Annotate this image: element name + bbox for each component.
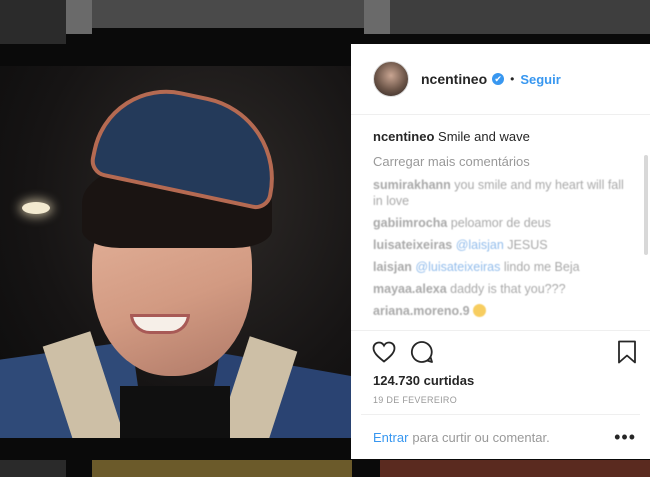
comment-mention[interactable]: @laisjan [452,238,504,252]
background-tile [0,460,66,477]
background-tile [92,0,364,28]
username-link[interactable]: ncentineo [421,71,487,87]
comment-item: ariana.moreno.9 [373,303,628,319]
verified-icon: ✔ [492,73,505,85]
photo-ceiling-light [22,202,50,214]
background-gap [364,0,390,34]
comment-username[interactable]: gabiimrocha [373,216,447,230]
post-side-panel: ncentineo ✔ • Seguir ncentineo Smile and… [351,44,650,459]
background-tile [390,0,650,34]
background-tile [0,0,66,44]
comment-item: mayaa.alexa daddy is that you??? [373,281,628,297]
post-photo[interactable] [0,66,351,438]
post-caption: ncentineo Smile and wave [373,129,628,144]
photo-shirt [120,386,230,438]
comment-username[interactable]: sumirakhann [373,178,451,192]
like-button[interactable] [371,339,397,365]
post-header: ncentineo ✔ • Seguir [351,44,650,115]
comment-username[interactable]: ariana.moreno.9 [373,304,470,318]
likes-count[interactable]: 124.730 curtidas [351,373,650,388]
comment-item: gabiimrocha peloamor de deus [373,215,628,231]
login-prompt: Entrar para curtir ou comentar. ••• [351,415,650,459]
background-gap [66,0,92,34]
comment-item: sumirakhann you smile and my heart will … [373,177,628,209]
follow-button[interactable]: Seguir [520,72,560,87]
emoji-icon [473,304,487,317]
comment-text: peloamor de deus [447,216,551,230]
login-link[interactable]: Entrar [373,430,408,445]
comment-item: laisjan @luisateixeiras lindo me Beja [373,259,628,275]
comments-scrollbar[interactable] [644,155,648,255]
background-tile [92,460,352,477]
heart-icon [372,341,396,363]
comment-button[interactable] [409,339,435,365]
more-options-icon[interactable]: ••• [614,427,636,448]
caption-text: Smile and wave [438,129,530,144]
caption-username[interactable]: ncentineo [373,129,434,144]
post-actions [351,331,650,373]
login-prompt-text: para curtir ou comentar. [412,429,550,445]
comment-text: JESUS [503,238,548,252]
comments-section[interactable]: ncentineo Smile and wave Carregar mais c… [351,115,650,331]
comment-username[interactable]: laisjan [373,260,412,274]
comment-icon [410,341,433,363]
comment-text: daddy is that you??? [446,282,566,296]
avatar[interactable] [373,61,409,97]
comment-item: luisateixeiras @laisjan JESUS [373,237,628,253]
separator-dot: • [510,72,515,86]
post-date: 19 DE FEVEREIRO [373,395,458,405]
background-tile [380,460,650,477]
comment-username[interactable]: luisateixeiras [373,238,452,252]
save-button[interactable] [614,339,640,365]
bookmark-icon [618,340,636,364]
comment-mention[interactable]: @luisateixeiras [412,260,500,274]
comment-username[interactable]: mayaa.alexa [373,282,447,296]
load-more-comments-link[interactable]: Carregar mais comentários [373,154,628,169]
comment-text: lindo me Beja [500,260,580,274]
